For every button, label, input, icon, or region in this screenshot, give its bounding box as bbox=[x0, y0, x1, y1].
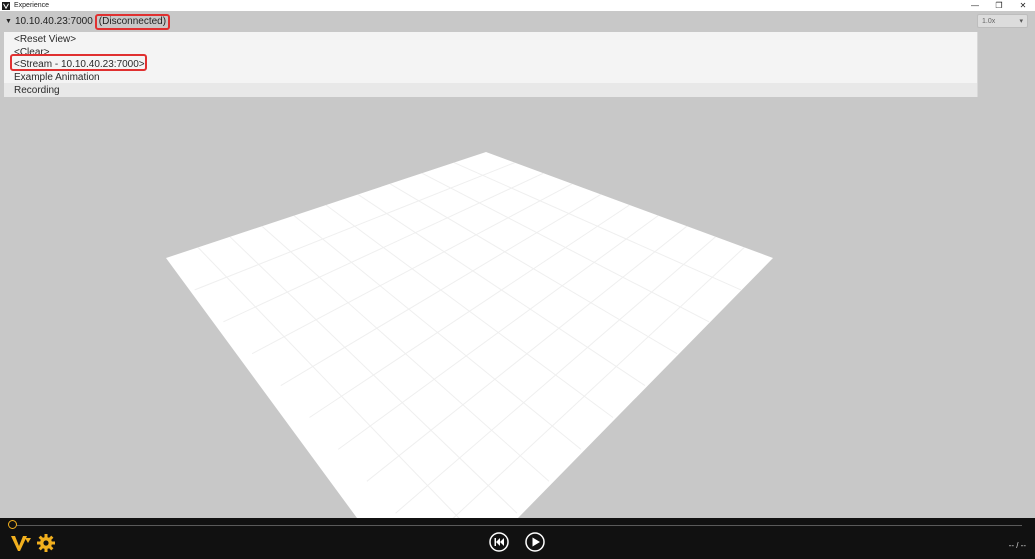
floor-grid bbox=[166, 152, 773, 518]
title-bar: Experience — ❐ ✕ bbox=[0, 0, 1035, 11]
source-selector[interactable]: ▼ 10.10.40.23:7000 (Disconnected) 1.0x ▾ bbox=[0, 11, 1035, 32]
close-button[interactable]: ✕ bbox=[1011, 0, 1035, 11]
source-dropdown-menu: <Reset View> <Clear> <Stream - 10.10.40.… bbox=[4, 32, 978, 97]
timeline-track[interactable] bbox=[14, 525, 1022, 526]
3d-viewport[interactable] bbox=[0, 97, 1035, 518]
dropdown-hover-band bbox=[4, 83, 977, 97]
minimize-button[interactable]: — bbox=[963, 0, 987, 11]
floor-plane bbox=[166, 152, 773, 518]
timeline-scrubber[interactable] bbox=[8, 520, 17, 529]
stream-highlight-box bbox=[10, 54, 147, 71]
rewind-icon[interactable] bbox=[489, 532, 509, 552]
gear-icon[interactable] bbox=[36, 533, 56, 553]
window-title: Experience bbox=[14, 2, 50, 9]
time-readout: -- / -- bbox=[1008, 541, 1026, 550]
chevron-down-icon: ▾ bbox=[1019, 18, 1023, 25]
playback-speed-value: 1.0x bbox=[982, 17, 996, 25]
playback-bar: -- / -- bbox=[0, 518, 1035, 559]
source-address: 10.10.40.23:7000 bbox=[14, 16, 93, 27]
playback-speed-select[interactable]: 1.0x ▾ bbox=[977, 14, 1028, 28]
window-controls: — ❐ ✕ bbox=[963, 0, 1035, 11]
caret-down-icon[interactable]: ▼ bbox=[5, 18, 12, 25]
play-icon[interactable] bbox=[525, 532, 545, 552]
menu-item-recording[interactable]: Recording bbox=[14, 85, 60, 97]
app-logo-icon bbox=[2, 1, 10, 10]
menu-item-reset-view[interactable]: <Reset View> bbox=[14, 34, 76, 46]
menu-item-example-animation[interactable]: Example Animation bbox=[14, 72, 100, 84]
connection-status: (Disconnected) bbox=[94, 13, 171, 30]
restore-button[interactable]: ❐ bbox=[987, 0, 1011, 11]
v-logo-icon[interactable] bbox=[10, 534, 32, 552]
